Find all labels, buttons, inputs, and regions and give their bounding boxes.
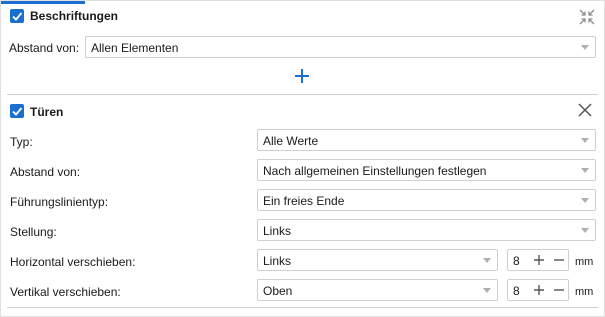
vertikal-stepper[interactable]: 8 — [507, 279, 569, 301]
chevron-down-icon — [581, 228, 589, 233]
chevron-down-icon — [581, 168, 589, 173]
collapse-arrows-icon — [579, 9, 595, 25]
abstand-label: Abstand von: — [9, 41, 80, 55]
checkmark-icon — [12, 12, 23, 21]
horizontal-value: Links — [263, 254, 292, 268]
stellung-value: Links — [263, 224, 292, 238]
vertikal-amount[interactable]: 8 — [513, 284, 520, 298]
plus-icon[interactable] — [532, 283, 546, 297]
horizontal-unit: mm — [575, 256, 594, 268]
vertikal-unit: mm — [575, 286, 594, 298]
close-button[interactable] — [578, 103, 592, 117]
add-button[interactable] — [294, 68, 310, 84]
abstand-value: Allen Elementen — [91, 41, 179, 55]
tueren-abstand-value: Nach allgemeinen Einstellungen festlegen — [263, 164, 487, 178]
typ-value: Alle Werte — [263, 134, 319, 148]
typ-label: Typ: — [10, 135, 33, 149]
minus-icon[interactable] — [552, 253, 566, 267]
minus-icon[interactable] — [552, 283, 566, 297]
abstand-select[interactable]: Allen Elementen — [85, 36, 596, 58]
tueren-abstand-label: Abstand von: — [10, 165, 81, 179]
tueren-checkbox[interactable] — [10, 104, 24, 118]
fuehrungslinientyp-label: Führungslinientyp: — [10, 195, 109, 209]
horizontal-label: Horizontal verschieben: — [10, 255, 136, 269]
beschriftungen-title: Beschriftungen — [30, 9, 119, 23]
collapse-button[interactable] — [578, 8, 596, 26]
vertikal-label: Vertikal verschieben: — [10, 285, 121, 299]
horizontal-amount[interactable]: 8 — [513, 254, 520, 268]
checkmark-icon — [12, 107, 23, 116]
horizontal-select[interactable]: Links — [257, 249, 498, 271]
chevron-down-icon — [483, 288, 491, 293]
tueren-abstand-select[interactable]: Nach allgemeinen Einstellungen festlegen — [257, 159, 596, 181]
tueren-title: Türen — [30, 105, 64, 119]
plus-icon[interactable] — [532, 253, 546, 267]
vertikal-select[interactable]: Oben — [257, 279, 498, 301]
fuehrungslinientyp-value: Ein freies Ende — [263, 194, 345, 208]
beschriftungen-checkbox[interactable] — [10, 9, 24, 23]
stellung-label: Stellung: — [10, 225, 57, 239]
chevron-down-icon — [581, 138, 589, 143]
bottom-divider — [7, 307, 598, 308]
typ-select[interactable]: Alle Werte — [257, 129, 596, 151]
section-divider — [7, 94, 598, 95]
vertikal-value: Oben — [263, 284, 293, 298]
fuehrungslinientyp-select[interactable]: Ein freies Ende — [257, 189, 596, 211]
chevron-down-icon — [483, 258, 491, 263]
stellung-select[interactable]: Links — [257, 219, 596, 241]
horizontal-stepper[interactable]: 8 — [507, 249, 569, 271]
chevron-down-icon — [581, 198, 589, 203]
plus-icon — [295, 69, 309, 83]
close-icon — [578, 103, 592, 117]
chevron-down-icon — [581, 45, 589, 50]
active-tab-indicator — [1, 1, 85, 4]
settings-panel: Beschriftungen Abstand von: Allen Elemen… — [0, 0, 605, 317]
